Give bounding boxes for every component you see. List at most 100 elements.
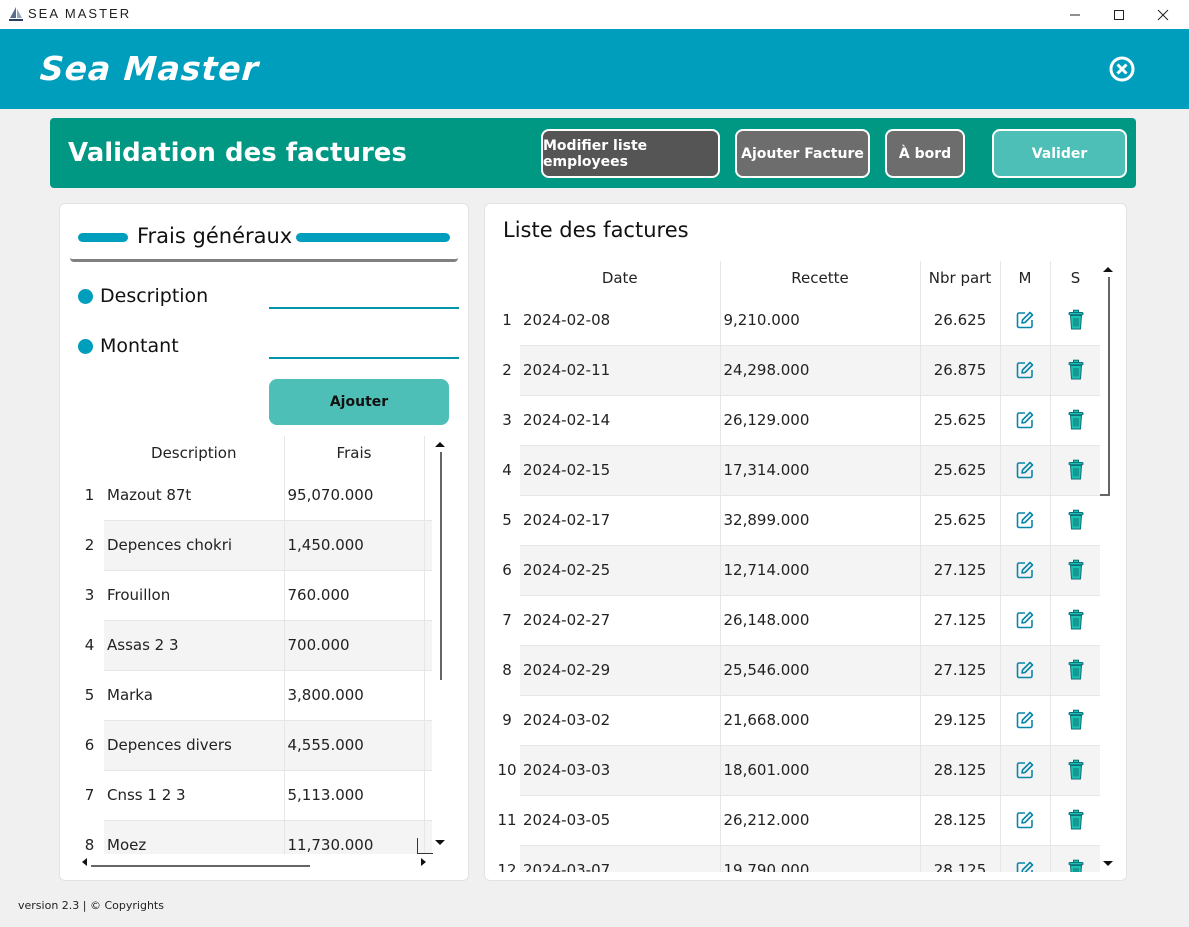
cell-description[interactable]: Cnss 1 2 3: [104, 770, 285, 821]
cell-recette[interactable]: 26,212.000: [720, 795, 921, 846]
table-row[interactable]: 11 2024-03-05 26,212.000 28.125: [494, 795, 1101, 846]
column-header-frais[interactable]: Frais: [284, 436, 425, 470]
edit-cell[interactable]: [1000, 545, 1051, 596]
trash-icon[interactable]: [1066, 759, 1086, 780]
table-row[interactable]: 10 2024-03-03 18,601.000 28.125: [494, 745, 1101, 796]
cell-nbr-part[interactable]: 25.625: [920, 445, 1001, 496]
column-header-nbr-part[interactable]: Nbr part: [920, 261, 1001, 295]
cell-description[interactable]: Frouillon: [104, 570, 285, 621]
scroll-up-arrow-icon[interactable]: [1103, 267, 1113, 272]
cell-recette[interactable]: 9,210.000: [720, 295, 921, 346]
validate-button[interactable]: Valider: [992, 129, 1127, 178]
table-row[interactable]: 3 2024-02-14 26,129.000 25.625: [494, 395, 1101, 446]
cell-date[interactable]: 2024-03-05: [520, 795, 721, 846]
trash-icon[interactable]: [1066, 859, 1086, 872]
delete-cell[interactable]: [1050, 845, 1101, 872]
edit-cell[interactable]: [1000, 845, 1051, 872]
cell-date[interactable]: 2024-02-14: [520, 395, 721, 446]
scrollbar-thumb[interactable]: [1108, 277, 1110, 495]
cell-recette[interactable]: 21,668.000: [720, 695, 921, 746]
scroll-down-arrow-icon[interactable]: [435, 840, 445, 845]
edit-icon[interactable]: [1015, 761, 1035, 779]
delete-cell[interactable]: [1050, 645, 1101, 696]
maximize-button[interactable]: [1097, 0, 1141, 29]
cell-date[interactable]: 2024-02-15: [520, 445, 721, 496]
cell-date[interactable]: 2024-02-25: [520, 545, 721, 596]
table-row[interactable]: 7 Cnss 1 2 3 5,113.000: [75, 770, 435, 821]
cell-recette[interactable]: 19,790.000: [720, 845, 921, 872]
delete-cell[interactable]: [1050, 595, 1101, 646]
cell-frais[interactable]: 4,555.000: [284, 720, 425, 771]
scroll-up-arrow-icon[interactable]: [435, 442, 445, 447]
column-header-date[interactable]: Date: [520, 261, 721, 295]
table-row[interactable]: 6 2024-02-25 12,714.000 27.125: [494, 545, 1101, 596]
edit-icon[interactable]: [1015, 661, 1035, 679]
on-board-button[interactable]: À bord: [885, 129, 965, 178]
table-row[interactable]: 4 2024-02-15 17,314.000 25.625: [494, 445, 1101, 496]
cell-date[interactable]: 2024-03-03: [520, 745, 721, 796]
cell-nbr-part[interactable]: 28.125: [920, 845, 1001, 872]
cell-date[interactable]: 2024-03-02: [520, 695, 721, 746]
cell-date[interactable]: 2024-02-27: [520, 595, 721, 646]
cell-nbr-part[interactable]: 28.125: [920, 745, 1001, 796]
delete-cell[interactable]: [1050, 545, 1101, 596]
trash-icon[interactable]: [1066, 459, 1086, 480]
cell-recette[interactable]: 17,314.000: [720, 445, 921, 496]
table-row[interactable]: 1 Mazout 87t 95,070.000: [75, 470, 435, 521]
table-row[interactable]: 2 2024-02-11 24,298.000 26.875: [494, 345, 1101, 396]
edit-cell[interactable]: [1000, 795, 1051, 846]
minimize-button[interactable]: [1053, 0, 1097, 29]
edit-icon[interactable]: [1015, 711, 1035, 729]
edit-cell[interactable]: [1000, 645, 1051, 696]
edit-icon[interactable]: [1015, 461, 1035, 479]
table-row[interactable]: 5 2024-02-17 32,899.000 25.625: [494, 495, 1101, 546]
delete-cell[interactable]: [1050, 395, 1101, 446]
table-row[interactable]: 8 2024-02-29 25,546.000 27.125: [494, 645, 1101, 696]
description-input[interactable]: [269, 283, 459, 309]
cell-recette[interactable]: 32,899.000: [720, 495, 921, 546]
table-row[interactable]: 6 Depences divers 4,555.000: [75, 720, 435, 771]
edit-cell[interactable]: [1000, 695, 1051, 746]
trash-icon[interactable]: [1066, 809, 1086, 830]
edit-cell[interactable]: [1000, 345, 1051, 396]
edit-icon[interactable]: [1015, 511, 1035, 529]
fees-table-horizontal-scrollbar[interactable]: [75, 854, 435, 871]
scrollbar-thumb[interactable]: [440, 452, 442, 680]
trash-icon[interactable]: [1066, 359, 1086, 380]
table-row[interactable]: 12 2024-03-07 19,790.000 28.125: [494, 845, 1101, 872]
cell-frais[interactable]: 3,800.000: [284, 670, 425, 721]
column-header-description[interactable]: Description: [104, 436, 285, 470]
trash-icon[interactable]: [1066, 609, 1086, 630]
cell-frais[interactable]: 11,730.000: [284, 820, 425, 854]
edit-cell[interactable]: [1000, 595, 1051, 646]
edit-cell[interactable]: [1000, 745, 1051, 796]
cell-frais[interactable]: 700.000: [284, 620, 425, 671]
cell-frais[interactable]: 5,113.000: [284, 770, 425, 821]
montant-input[interactable]: [269, 333, 459, 359]
cell-recette[interactable]: 25,546.000: [720, 645, 921, 696]
edit-cell[interactable]: [1000, 445, 1051, 496]
cell-frais[interactable]: 95,070.000: [284, 470, 425, 521]
delete-cell[interactable]: [1050, 345, 1101, 396]
column-header-m[interactable]: M: [1000, 261, 1051, 295]
cell-frais[interactable]: 760.000: [284, 570, 425, 621]
cell-nbr-part[interactable]: 26.625: [920, 295, 1001, 346]
cell-nbr-part[interactable]: 27.125: [920, 545, 1001, 596]
scroll-left-arrow-icon[interactable]: [82, 858, 87, 866]
table-row[interactable]: 8 Moez 11,730.000: [75, 820, 435, 854]
cell-nbr-part[interactable]: 28.125: [920, 795, 1001, 846]
add-invoice-button[interactable]: Ajouter Facture: [735, 129, 870, 178]
edit-icon[interactable]: [1015, 310, 1035, 329]
cell-date[interactable]: 2024-02-17: [520, 495, 721, 546]
trash-icon[interactable]: [1066, 309, 1086, 330]
cell-nbr-part[interactable]: 27.125: [920, 645, 1001, 696]
delete-cell[interactable]: [1050, 495, 1101, 546]
close-circle-icon[interactable]: [1108, 55, 1136, 83]
edit-icon[interactable]: [1015, 411, 1035, 429]
edit-icon[interactable]: [1015, 561, 1035, 579]
cell-nbr-part[interactable]: 25.625: [920, 495, 1001, 546]
modify-employees-button[interactable]: Modifier liste employees: [541, 129, 720, 178]
edit-icon[interactable]: [1015, 611, 1035, 629]
cell-recette[interactable]: 12,714.000: [720, 545, 921, 596]
add-fee-button[interactable]: Ajouter: [269, 379, 449, 425]
